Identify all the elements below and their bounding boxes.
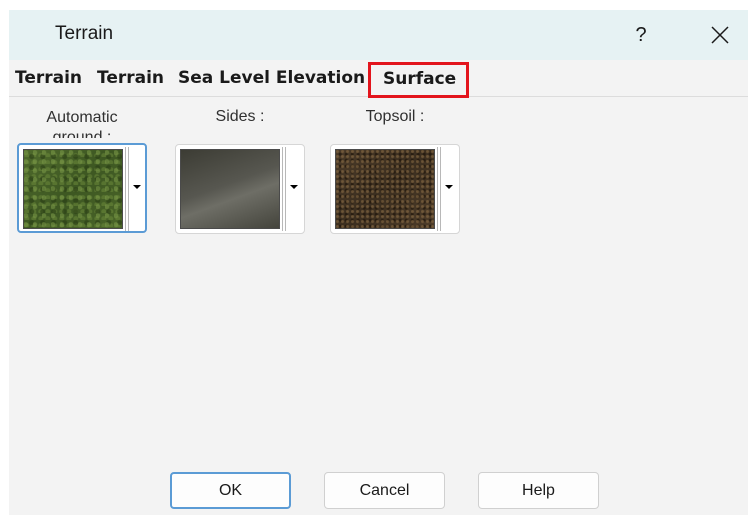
tab-surface[interactable]: Surface (368, 62, 469, 98)
sides-texture-picker[interactable] (175, 144, 305, 234)
automatic-ground-texture-picker[interactable] (17, 143, 147, 233)
tab-strip: Terrain Terrain Sea Level Elevation Surf… (9, 60, 748, 98)
dropdown-arrow-icon[interactable] (133, 185, 141, 189)
cancel-button[interactable]: Cancel (324, 472, 445, 509)
terrain-dialog: Terrain ? Terrain Terrain Sea Level Elev… (9, 10, 748, 515)
picker-divider (437, 147, 441, 231)
picker-divider (125, 147, 129, 231)
tab-sea-level-elevation[interactable]: Sea Level Elevation (178, 68, 365, 88)
question-mark-icon: ? (635, 23, 647, 46)
help-title-button[interactable]: ? (621, 16, 661, 54)
tab-surface-label: Surface (383, 69, 457, 89)
topsoil-texture-picker[interactable] (330, 144, 460, 234)
rock-texture-swatch (180, 149, 280, 229)
help-button[interactable]: Help (478, 472, 599, 509)
grass-texture-swatch (23, 149, 123, 229)
automatic-ground-label: Automatic ground : (46, 109, 118, 138)
title-bar[interactable]: Terrain ? (9, 10, 748, 60)
picker-divider (282, 147, 286, 231)
close-button[interactable] (700, 16, 740, 54)
sides-label: Sides : (215, 108, 265, 125)
soil-texture-swatch (335, 149, 435, 229)
window-title: Terrain (55, 23, 114, 44)
dropdown-arrow-icon[interactable] (445, 185, 453, 189)
tab-terrain-1[interactable]: Terrain (15, 68, 82, 88)
close-icon (711, 26, 729, 44)
tab-terrain-2[interactable]: Terrain (97, 68, 164, 88)
dropdown-arrow-icon[interactable] (290, 185, 298, 189)
ok-button[interactable]: OK (170, 472, 291, 509)
topsoil-label: Topsoil : (365, 108, 425, 125)
